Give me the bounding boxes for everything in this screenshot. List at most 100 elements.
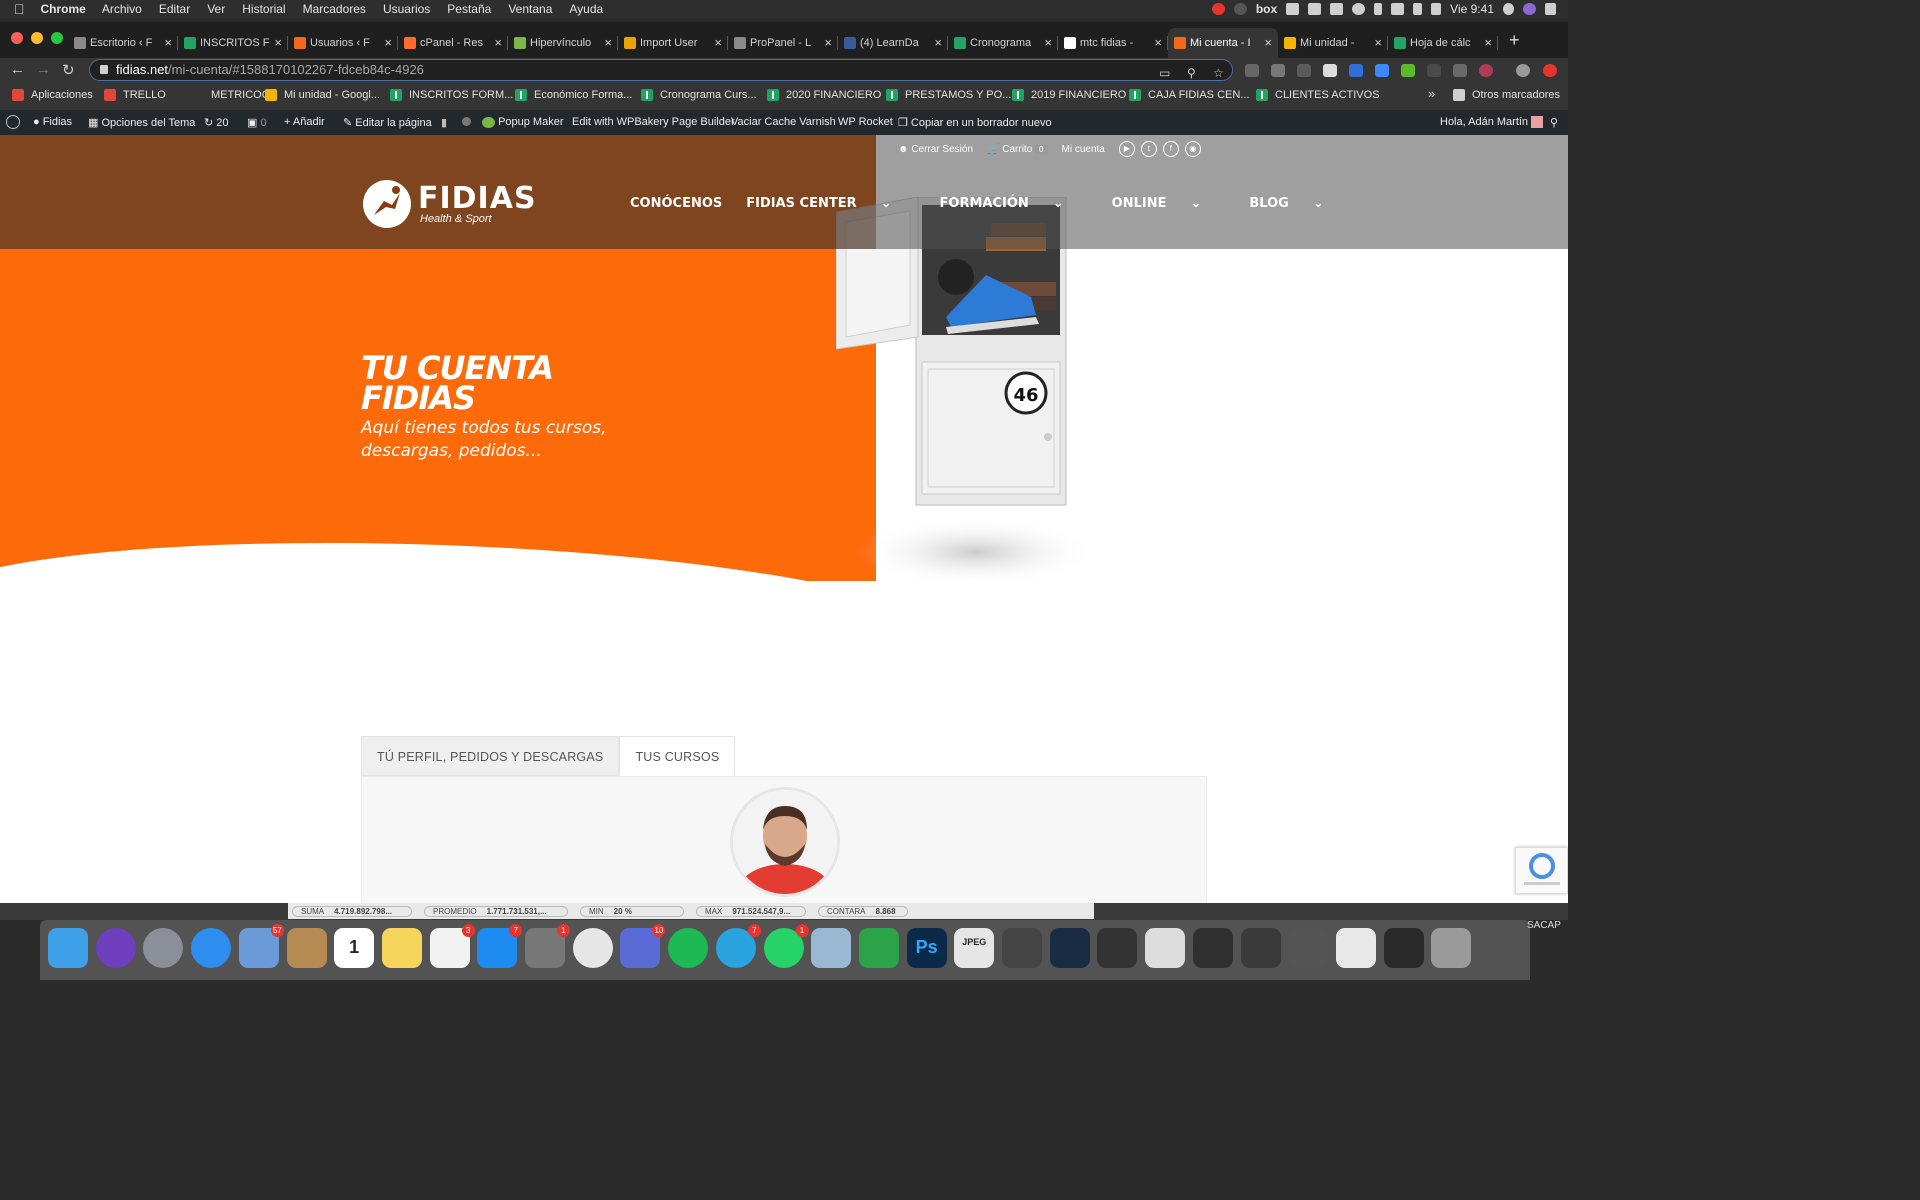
browser-tab[interactable]: ProPanel - L × xyxy=(728,28,838,58)
menu-usuarios[interactable]: Usuarios xyxy=(383,2,430,16)
bookmark-item[interactable]: 2019 FINANCIERO xyxy=(1012,89,1126,101)
dock-siri-icon[interactable] xyxy=(95,928,136,968)
menu-pestana[interactable]: Pestaña xyxy=(447,2,491,16)
wp-varnish[interactable]: Vaciar Cache Varnish xyxy=(731,116,836,128)
dock-window-thumb-2-icon[interactable] xyxy=(1049,928,1090,968)
menu-ver[interactable]: Ver xyxy=(207,2,225,16)
notification-status-icon[interactable] xyxy=(1211,3,1225,15)
box-status-icon[interactable]: box xyxy=(1256,2,1277,16)
browser-tab[interactable]: Hipervínculo × xyxy=(508,28,618,58)
browser-tab[interactable]: cPanel - Res × xyxy=(398,28,508,58)
close-tab-icon[interactable]: × xyxy=(604,35,612,50)
menu-historial[interactable]: Historial xyxy=(242,2,285,16)
dock-window-thumb-9-icon[interactable] xyxy=(1383,928,1424,968)
minimize-window-button[interactable] xyxy=(31,32,43,44)
dock-window-thumb-7-icon[interactable] xyxy=(1288,928,1329,968)
close-tab-icon[interactable]: × xyxy=(384,35,392,50)
profile-avatar[interactable] xyxy=(1516,64,1530,77)
bookmark-item[interactable]: CAJA FIDIAS CEN... xyxy=(1129,89,1249,101)
cart-link[interactable]: 🛒 Carrito 0 xyxy=(987,144,1048,155)
dock-contacts-icon[interactable] xyxy=(286,928,327,968)
wp-site-link[interactable]: ● Fidias xyxy=(33,116,72,128)
wp-edit-page[interactable]: ✎ Editar la página xyxy=(343,116,432,129)
seo-status-icon[interactable] xyxy=(462,117,471,126)
bookmark-item[interactable]: Cronograma Curs... xyxy=(641,89,757,101)
bookmark-item[interactable]: PRESTAMOS Y PO... xyxy=(886,89,1011,101)
wp-wpbakery[interactable]: Edit with WPBakery Page Builder xyxy=(572,116,735,128)
browser-tab[interactable]: Usuarios ‹ F × xyxy=(288,28,398,58)
dock-window-thumb-3-icon[interactable] xyxy=(1097,928,1138,968)
browser-tab[interactable]: INSCRITOS F × xyxy=(178,28,288,58)
notification-center-icon[interactable] xyxy=(1545,3,1556,15)
recording-extension-icon[interactable] xyxy=(1479,64,1493,77)
nav-blog[interactable]: BLOG ⌄ xyxy=(1249,196,1347,211)
dock-trash-icon[interactable] xyxy=(1431,928,1472,968)
stat-cell[interactable]: PROMEDIO 1.771.731.531,... xyxy=(424,905,568,917)
user-avatar-icon[interactable] xyxy=(1523,3,1536,15)
dock-mail-icon[interactable]: 57 xyxy=(238,924,284,968)
dock-window-thumb-1-icon[interactable] xyxy=(1002,928,1042,968)
tab-profile-orders-downloads[interactable]: TÚ PERFIL, PEDIDOS Y DESCARGAS xyxy=(361,736,620,776)
yoast-icon[interactable]: ▮ xyxy=(441,116,447,129)
dock-app-store-icon[interactable]: 7 xyxy=(477,924,523,968)
bookmark-item[interactable]: Aplicaciones xyxy=(12,89,93,101)
spotlight-search-icon[interactable] xyxy=(1503,3,1514,15)
wp-copy-draft[interactable]: ❐ Copiar en un borrador nuevo xyxy=(898,116,1052,129)
zoom-icon[interactable]: ⚲ xyxy=(1187,63,1196,83)
wp-popup-maker[interactable]: Popup Maker xyxy=(482,116,564,128)
stat-cell[interactable]: MIN 20 % xyxy=(580,905,684,917)
dock-chrome-icon[interactable] xyxy=(572,928,613,968)
eject-icon[interactable] xyxy=(1413,3,1423,15)
bookmark-star-icon[interactable]: ☆ xyxy=(1213,63,1224,83)
time-machine-icon[interactable] xyxy=(1352,3,1366,15)
dock-window-thumb-4-icon[interactable] xyxy=(1145,928,1186,968)
close-window-button[interactable] xyxy=(11,32,23,44)
pocket-extension-icon[interactable] xyxy=(1453,64,1467,77)
stat-cell[interactable]: CONTARA 8.868 xyxy=(818,905,908,917)
menu-marcadores[interactable]: Marcadores xyxy=(303,2,366,16)
facebook-icon[interactable]: f xyxy=(1162,141,1179,157)
bookmark-item[interactable]: TRELLO xyxy=(104,89,166,101)
dock-system-preferences-icon[interactable]: 1 xyxy=(525,924,570,968)
dock-spotify-icon[interactable] xyxy=(668,928,709,968)
close-tab-icon[interactable]: × xyxy=(1044,35,1052,50)
status-icon[interactable] xyxy=(1233,3,1247,15)
bookmark-item[interactable]: 2020 FINANCIERO xyxy=(767,89,881,101)
dock-jpeg-file-icon[interactable]: JPEG xyxy=(954,928,995,968)
dock-window-thumb-5-icon[interactable] xyxy=(1192,928,1233,968)
browser-tab[interactable]: Escritorio ‹ F × xyxy=(68,28,178,58)
arrow-extension-icon[interactable] xyxy=(1427,64,1441,77)
browser-tab[interactable]: mtc fidias - × xyxy=(1058,28,1168,58)
wifi-icon[interactable] xyxy=(1391,3,1405,15)
dock-calendar-icon[interactable]: 1 xyxy=(334,928,375,968)
metricool-extension-icon[interactable] xyxy=(1323,64,1337,77)
nav-fidias-center[interactable]: FIDIAS CENTER ⌄ xyxy=(746,196,915,211)
wp-theme-options[interactable]: ▦ Opciones del Tema xyxy=(88,116,195,129)
nav-formacion[interactable]: FORMACIÓN ⌄ xyxy=(940,196,1088,211)
dock-telegram-icon[interactable]: 7 xyxy=(715,924,761,968)
wp-search-icon[interactable]: ⚲ xyxy=(1550,116,1558,129)
camera-extension-icon[interactable] xyxy=(1271,64,1285,77)
close-tab-icon[interactable]: × xyxy=(824,35,832,50)
wp-updates[interactable]: ↻ 20 xyxy=(204,116,229,129)
close-tab-icon[interactable]: × xyxy=(714,35,722,50)
bookmarks-overflow-button[interactable]: » xyxy=(1428,86,1435,101)
site-logo[interactable]: FIDIAS Health & Sport xyxy=(362,179,552,231)
other-bookmarks[interactable]: Otros marcadores xyxy=(1453,89,1560,101)
browser-tab[interactable]: (4) LearnDa × xyxy=(838,28,948,58)
bookmark-item[interactable]: Mi unidad - Googl... xyxy=(265,89,380,101)
dock-finder-icon[interactable] xyxy=(48,928,88,968)
close-tab-icon[interactable]: × xyxy=(1154,35,1162,50)
browser-tab[interactable]: Hoja de cálc × xyxy=(1388,28,1498,58)
puzzle-extension-icon[interactable] xyxy=(1349,64,1363,77)
forward-icon[interactable]: → xyxy=(36,61,51,78)
wordpress-logo-icon[interactable] xyxy=(6,115,20,129)
instagram-icon[interactable]: ◉ xyxy=(1184,141,1201,157)
wp-account[interactable]: Hola, Adán Martín xyxy=(1440,116,1544,129)
stat-cell[interactable]: SUMA 4.719.892.798... xyxy=(292,905,412,917)
cloud-icon[interactable] xyxy=(1308,3,1322,15)
close-tab-icon[interactable]: × xyxy=(494,35,502,50)
bookmark-item[interactable]: Económico Forma... xyxy=(515,89,632,101)
off-extension-icon[interactable] xyxy=(1375,64,1389,77)
close-tab-icon[interactable]: × xyxy=(1374,35,1382,50)
